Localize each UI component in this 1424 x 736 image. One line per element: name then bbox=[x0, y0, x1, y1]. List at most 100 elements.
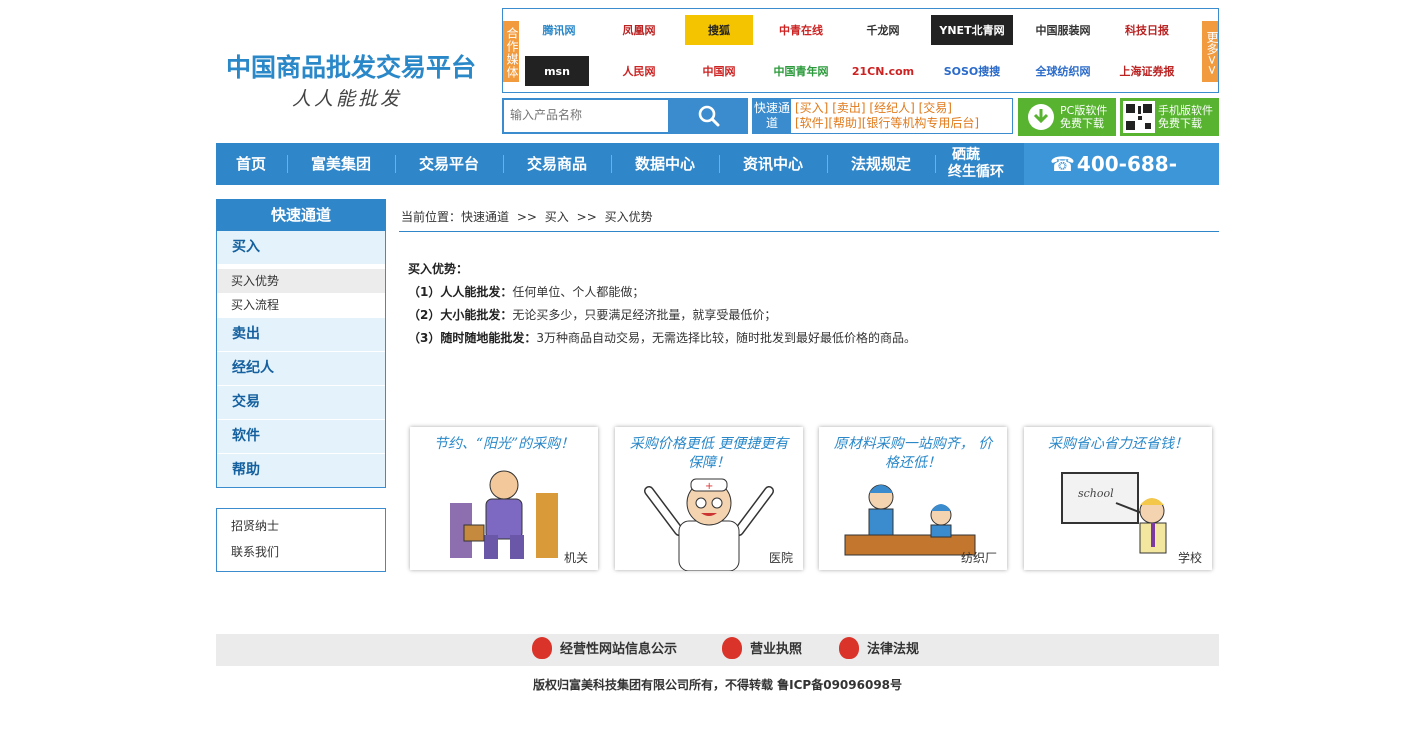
nav-regulations[interactable]: 法规规定 bbox=[828, 143, 934, 185]
promo-line-1: 硒蔬 bbox=[952, 147, 980, 163]
svg-text:school: school bbox=[1078, 487, 1114, 500]
site-logo[interactable]: 中国商品批发交易平台 人人能批发 bbox=[216, 40, 496, 120]
advantage-point: （1）人人能批发：任何单位、个人都能做； bbox=[408, 285, 645, 299]
quick-link-trade[interactable]: [交易] bbox=[919, 101, 952, 115]
card-caption: 原材料采购一站购齐， 价格还低！ bbox=[833, 436, 993, 471]
sidebar-item-broker[interactable]: 经纪人 bbox=[217, 351, 385, 385]
footer-link-laws[interactable]: 法律法规 bbox=[839, 634, 919, 666]
partner-logo[interactable]: 搜狐 bbox=[685, 15, 753, 45]
national-emblem-icon bbox=[532, 636, 552, 659]
sidebar-title: 快速通道 bbox=[216, 199, 386, 231]
sidebar-item-software[interactable]: 软件 bbox=[217, 419, 385, 453]
download-icon bbox=[1028, 104, 1054, 130]
quick-links: [买入] [卖出] [经纪人] [交易] [软件][帮助][银行等机构专用后台] bbox=[795, 101, 979, 131]
card-label: 医院 bbox=[768, 551, 793, 565]
footer-link-site-info[interactable]: 经营性网站信息公示 bbox=[532, 634, 677, 666]
breadcrumb-link-buy[interactable]: 买入 bbox=[545, 210, 569, 224]
page: 中国商品批发交易平台 人人能批发 合作媒体 腾讯网 凤凰网 搜狐 中青在线 千龙… bbox=[216, 0, 1219, 736]
promo-line-2: 终生循环 bbox=[948, 164, 1004, 180]
hotline-number: 400-688-8844 bbox=[1024, 152, 1178, 218]
quick-link-help[interactable]: [帮助] bbox=[828, 116, 861, 130]
more-partners-button[interactable]: 更多>> bbox=[1202, 21, 1219, 82]
nav-fumei-group[interactable]: 富美集团 bbox=[288, 143, 394, 185]
quick-channel-label: 快速通道 bbox=[753, 99, 791, 133]
partner-logo[interactable]: 腾讯网 bbox=[525, 15, 593, 45]
partner-logo[interactable]: 中国青年网 bbox=[767, 56, 835, 86]
mobile-download-button[interactable]: 手机版软件 免费下载 bbox=[1120, 98, 1219, 136]
national-emblem-icon bbox=[722, 636, 742, 659]
phone-icon: ☎ bbox=[1050, 152, 1075, 176]
sidebar-subitem-buy-process[interactable]: 买入流程 bbox=[217, 293, 385, 317]
pc-download-label: PC版软件 免费下载 bbox=[1060, 104, 1108, 130]
sidebar-item-trade[interactable]: 交易 bbox=[217, 385, 385, 419]
copyright: 版权归富美科技集团有限公司所有，不得转载 鲁ICP备09096098号 bbox=[532, 678, 903, 692]
partner-logo[interactable]: 中国服装网 bbox=[1023, 15, 1103, 45]
illustration-card-school: 采购省心省力还省钱！ school 学校 bbox=[1024, 427, 1212, 570]
footer-links: 经营性网站信息公示 营业执照 法律法规 bbox=[216, 634, 1219, 666]
hotline: ☎ 400-688-8844 bbox=[1024, 143, 1219, 218]
partner-logo[interactable]: 中青在线 bbox=[767, 15, 835, 45]
main-nav: 首页 富美集团 交易平台 交易商品 数据中心 资讯中心 法规规定 硒蔬 终生循环… bbox=[216, 143, 1219, 218]
card-caption: 采购价格更低 更便捷更有保障！ bbox=[629, 436, 789, 471]
logo-slogan: 人人能批发 bbox=[292, 88, 403, 110]
partner-logo[interactable]: 凤凰网 bbox=[605, 15, 673, 45]
card-caption: 节约、“阳光”的采购！ bbox=[433, 436, 575, 452]
mobile-download-label: 手机版软件 免费下载 bbox=[1158, 104, 1213, 130]
nav-trade-goods[interactable]: 交易商品 bbox=[504, 143, 610, 185]
national-emblem-icon bbox=[839, 636, 859, 659]
partner-logo[interactable]: SOSO搜搜 bbox=[931, 56, 1013, 86]
pc-download-button[interactable]: PC版软件 免费下载 bbox=[1018, 98, 1116, 136]
quick-link-bank-backend[interactable]: [银行等机构专用后台] bbox=[862, 116, 979, 130]
partner-logo[interactable]: 中国网 bbox=[685, 56, 753, 86]
breadcrumb-divider bbox=[399, 231, 1219, 232]
svg-text:+: + bbox=[705, 481, 713, 492]
breadcrumb-link-quick[interactable]: 快速通道 bbox=[461, 210, 509, 224]
nav-trade-platform[interactable]: 交易平台 bbox=[396, 143, 502, 185]
nav-divider bbox=[935, 155, 936, 173]
qr-code-icon bbox=[1123, 101, 1155, 133]
sidebar-subitem-buy-advantage[interactable]: 买入优势 bbox=[217, 269, 385, 293]
partner-logo[interactable]: 全球纺织网 bbox=[1023, 56, 1103, 86]
partner-logo[interactable]: YNET北青网 bbox=[931, 15, 1013, 45]
partners-tag: 合作媒体 bbox=[503, 21, 519, 82]
sidebar-item-buy[interactable]: 买入 bbox=[217, 231, 385, 264]
link-contact-us[interactable]: 联系我们 bbox=[217, 539, 385, 565]
partner-logo[interactable]: 千龙网 bbox=[849, 15, 917, 45]
quick-link-buy[interactable]: [买入] bbox=[795, 101, 828, 115]
selenium-veg-promo[interactable]: 硒蔬 终生循环 bbox=[948, 147, 1004, 181]
partner-logo[interactable]: msn bbox=[525, 56, 589, 86]
footer-link-business-license[interactable]: 营业执照 bbox=[722, 634, 802, 666]
search-input[interactable] bbox=[504, 100, 666, 130]
search-button[interactable] bbox=[670, 98, 748, 134]
nav-news-center[interactable]: 资讯中心 bbox=[720, 143, 826, 185]
sidebar-menu: 买入 买入优势 买入流程 卖出 经纪人 交易 软件 帮助 bbox=[216, 231, 386, 488]
card-caption: 采购省心省力还省钱！ bbox=[1048, 436, 1188, 452]
logo-title: 中国商品批发交易平台 bbox=[226, 53, 477, 82]
office-worker-illustration bbox=[450, 470, 558, 559]
buy-advantages: 买入优势： （1）人人能批发：任何单位、个人都能做； （2）大小能批发：无论买多… bbox=[408, 258, 916, 350]
nav-data-center[interactable]: 数据中心 bbox=[612, 143, 718, 185]
sidebar-item-help[interactable]: 帮助 bbox=[217, 453, 385, 487]
illustration-card-agency: 节约、“阳光”的采购！ 机关 bbox=[410, 427, 598, 570]
partner-media-panel: 合作媒体 腾讯网 凤凰网 搜狐 中青在线 千龙网 YNET北青网 中国服装网 科… bbox=[502, 8, 1219, 93]
quick-channel: 快速通道 [买入] [卖出] [经纪人] [交易] [软件][帮助][银行等机构… bbox=[752, 98, 1013, 134]
quick-link-software[interactable]: [软件] bbox=[795, 116, 828, 130]
illustration-card-textile: 原材料采购一站购齐， 价格还低！ 纺织厂 bbox=[819, 427, 1007, 570]
partner-logo[interactable]: 21CN.com bbox=[849, 56, 917, 86]
content-heading: 买入优势： bbox=[408, 262, 469, 276]
illustration-card-hospital: 采购价格更低 更便捷更有保障！ + 医院 bbox=[615, 427, 803, 571]
quick-link-broker[interactable]: [经纪人] bbox=[869, 101, 914, 115]
advantage-point: （2）大小能批发：无论买多少，只要满足经济批量，就享受最低价； bbox=[408, 308, 777, 322]
breadcrumb-separator: >> bbox=[516, 210, 537, 224]
breadcrumb-current: 买入优势 bbox=[604, 210, 653, 224]
doctor-illustration: + bbox=[644, 478, 774, 571]
search-icon bbox=[698, 105, 720, 127]
partner-logo[interactable]: 上海证券报 bbox=[1113, 56, 1181, 86]
sidebar-item-sell[interactable]: 卖出 bbox=[217, 317, 385, 351]
nav-home[interactable]: 首页 bbox=[216, 143, 286, 185]
partner-logo[interactable]: 科技日报 bbox=[1113, 15, 1181, 45]
link-recruitment[interactable]: 招贤纳士 bbox=[217, 513, 385, 539]
card-label: 机关 bbox=[563, 551, 588, 565]
partner-logo[interactable]: 人民网 bbox=[605, 56, 673, 86]
quick-link-sell[interactable]: [卖出] bbox=[832, 101, 865, 115]
